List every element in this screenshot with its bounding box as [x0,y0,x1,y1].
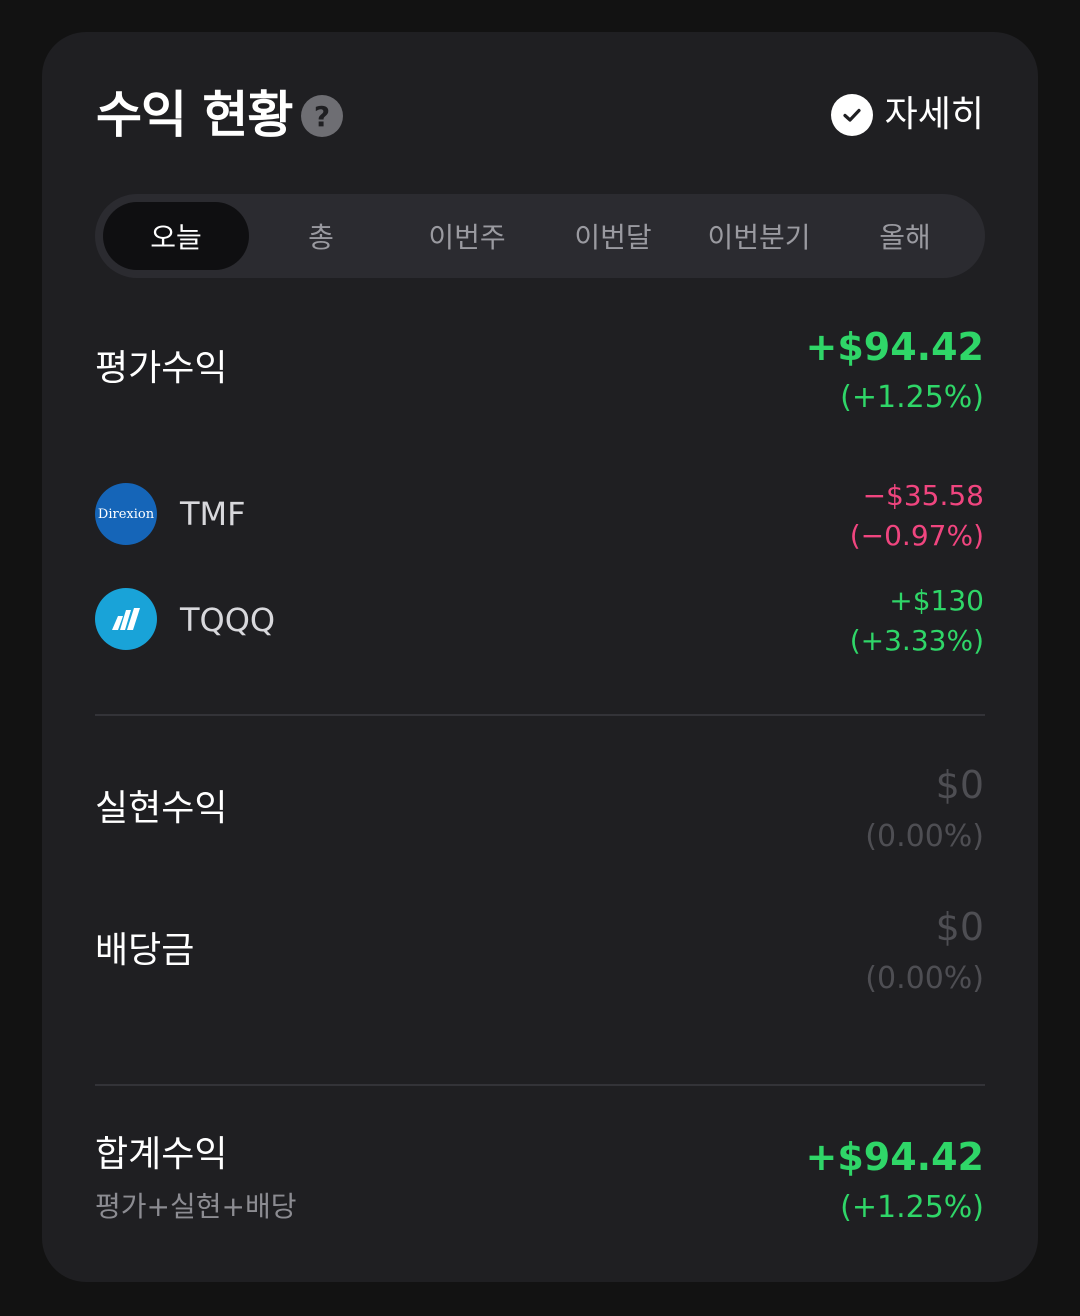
holding-ticker-tmf[interactable]: TMF [180,492,246,536]
holding-percent-tqqq: (+3.33%) [849,624,984,657]
realized-label: 실현수익 [95,788,228,829]
page-title: 수익 현황 [96,86,293,144]
direxion-logo-icon: Direxion [95,483,157,545]
tab-this-quarter[interactable]: 이번분기 [686,202,832,270]
total-amount: +$94.42 [805,1135,984,1179]
total-label: 합계수익 [95,1134,228,1175]
holding-percent-tmf: (−0.97%) [849,519,984,552]
profit-summary-card: 수익 현황 ? 자세히 오늘 총 이번주 이번달 이번분기 올해 평가수익 +$… [42,32,1038,1282]
holding-amount-tmf: −$35.58 [862,479,984,512]
tab-total[interactable]: 총 [248,202,394,270]
direxion-logo-text: Direxion [97,506,155,522]
tab-this-week[interactable]: 이번주 [394,202,540,270]
nasdaq-logo-icon [95,588,157,650]
total-sublabel: 평가+실현+배당 [95,1190,297,1223]
tab-this-year[interactable]: 올해 [832,202,978,270]
period-tabs: 오늘 총 이번주 이번달 이번분기 올해 [95,194,985,278]
help-icon[interactable]: ? [301,95,343,137]
check-circle-icon[interactable] [830,94,873,136]
unrealized-amount: +$94.42 [805,325,984,369]
holding-amount-tqqq: +$130 [889,584,984,617]
dividend-label: 배당금 [95,930,195,971]
realized-percent: (0.00%) [865,819,984,854]
holding-ticker-tqqq[interactable]: TQQQ [180,598,275,642]
dividend-percent: (0.00%) [865,961,984,996]
tab-this-month[interactable]: 이번달 [540,202,686,270]
dividend-amount: $0 [935,905,984,949]
unrealized-label: 평가수익 [95,348,228,389]
divider [95,1084,985,1086]
total-percent: (+1.25%) [840,1190,984,1225]
divider [95,714,985,716]
tab-today[interactable]: 오늘 [103,202,249,270]
detail-toggle[interactable]: 자세히 [830,90,984,140]
realized-amount: $0 [935,763,984,807]
detail-label[interactable]: 자세히 [885,90,984,140]
unrealized-percent: (+1.25%) [840,380,984,415]
